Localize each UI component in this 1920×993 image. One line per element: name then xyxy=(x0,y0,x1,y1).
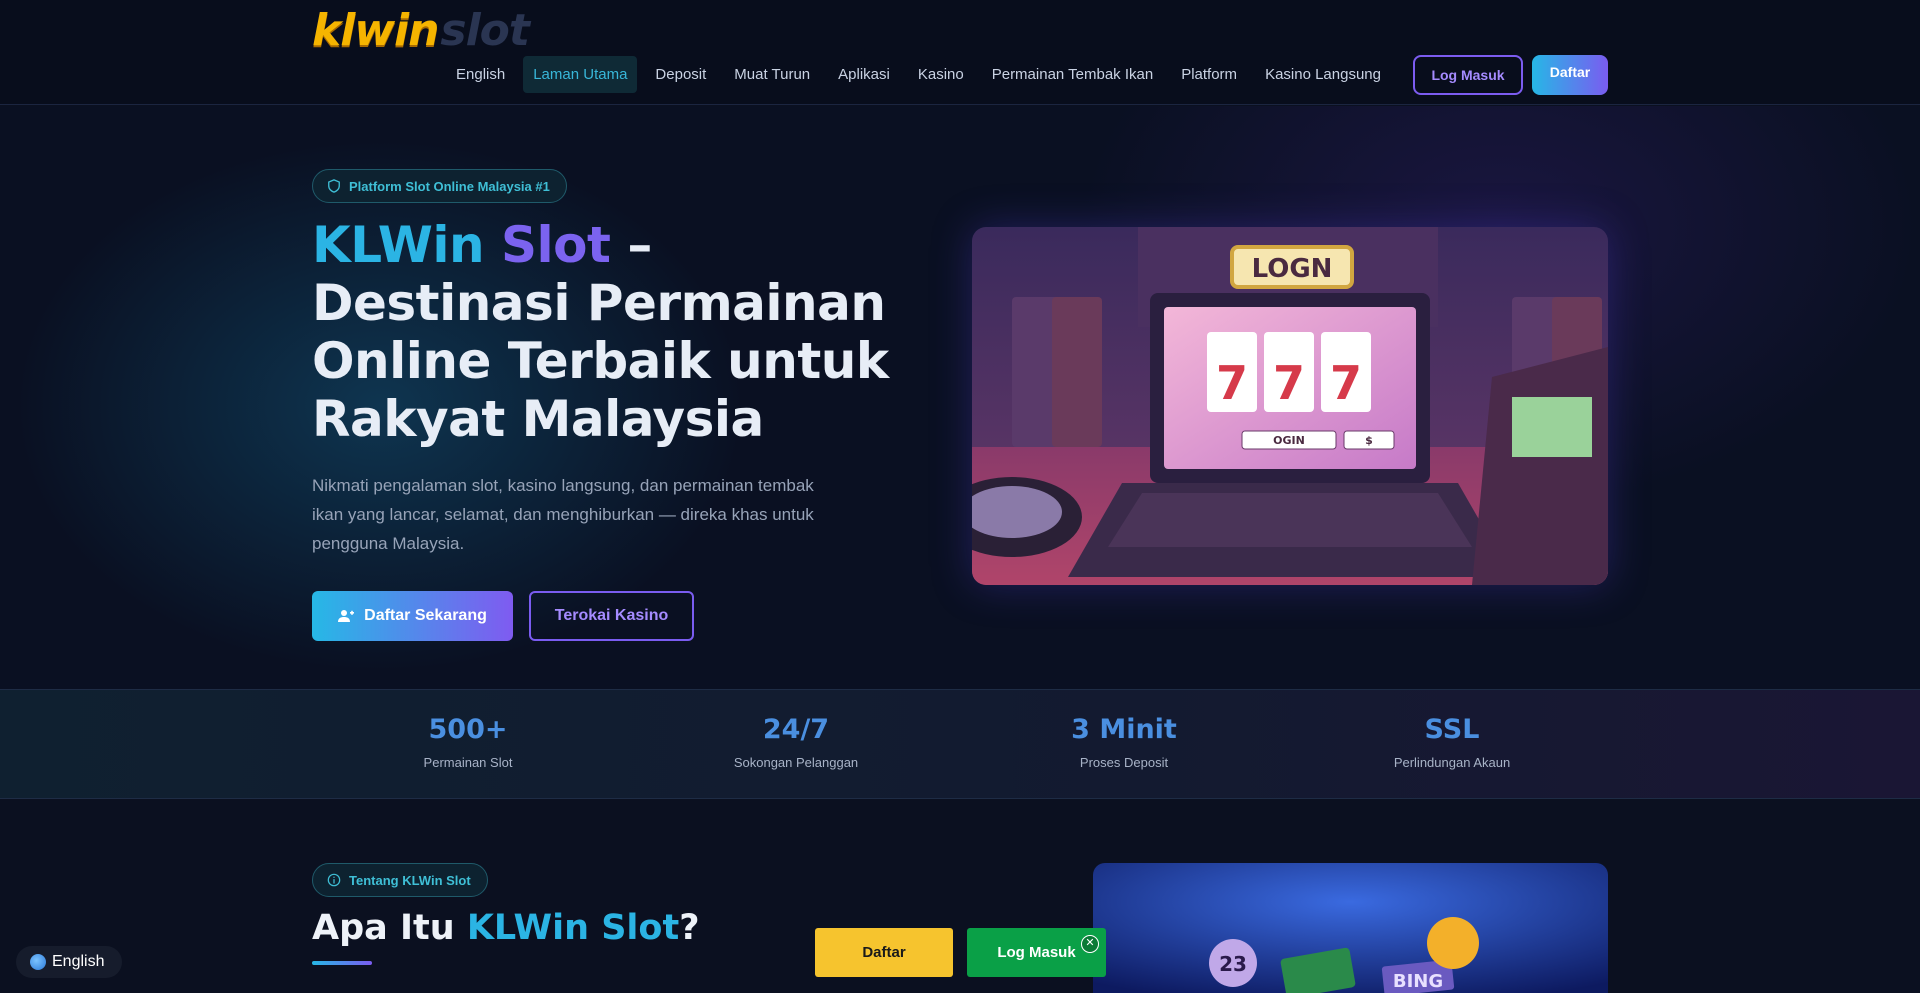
language-label: English xyxy=(52,953,105,970)
svg-text:7: 7 xyxy=(1273,356,1305,410)
about-title-end: ? xyxy=(679,908,700,948)
about-bingo-image: 23 BING xyxy=(1093,863,1608,993)
hero-image-sign-text: LOGN xyxy=(1252,254,1333,284)
nav-item-kasino[interactable]: Kasino xyxy=(908,56,974,93)
nav-item-aplikasi[interactable]: Aplikasi xyxy=(828,56,900,93)
stat-item: 500+ Permainan Slot xyxy=(338,714,598,770)
shield-icon xyxy=(328,179,340,193)
site-logo[interactable]: klwin slot xyxy=(312,5,530,56)
hero-description: Nikmati pengalaman slot, kasino langsung… xyxy=(312,476,814,553)
stat-item: 24/7 Sokongan Pelanggan xyxy=(666,714,926,770)
register-button[interactable]: Daftar xyxy=(1532,55,1608,95)
main-menu: English Laman Utama Deposit Muat Turun A… xyxy=(446,55,1399,93)
stat-label: Permainan Slot xyxy=(423,755,513,770)
about-title: Apa Itu KLWin Slot? xyxy=(312,908,700,948)
hero-section: Platform Slot Online Malaysia #1 KLWin S… xyxy=(0,106,1920,689)
title-underline xyxy=(312,961,372,965)
stats-bar: 500+ Permainan Slot 24/7 Sokongan Pelang… xyxy=(0,689,1920,799)
explore-casino-button[interactable]: Terokai Kasino xyxy=(529,591,694,641)
logo-secondary: slot xyxy=(440,5,530,56)
stat-value: 24/7 xyxy=(762,714,830,745)
svg-text:7: 7 xyxy=(1216,356,1248,410)
hero-image-screen-symbol: $ xyxy=(1365,434,1373,447)
svg-text:7: 7 xyxy=(1330,356,1362,410)
login-button[interactable]: Log Masuk xyxy=(1413,55,1523,95)
register-now-label: Daftar Sekarang xyxy=(364,607,487,624)
nav-item-kasino-langsung[interactable]: Kasino Langsung xyxy=(1255,56,1391,93)
logo-primary: klwin xyxy=(312,5,439,56)
hero-title-brand: KLWin xyxy=(312,216,502,274)
stat-label: Proses Deposit xyxy=(1079,755,1169,770)
stat-label: Perlindungan Akaun xyxy=(1393,755,1511,770)
info-icon xyxy=(327,873,341,887)
stat-item: SSL Perlindungan Akaun xyxy=(1322,714,1582,770)
stat-value: SSL xyxy=(1424,714,1480,745)
nav-item-muat-turun[interactable]: Muat Turun xyxy=(724,56,820,93)
hero-title-brand-slot: Slot xyxy=(501,216,611,274)
user-plus-icon xyxy=(338,610,355,622)
hero-title: KLWin Slot – Destinasi Permainan Online … xyxy=(312,216,892,448)
about-title-highlight: KLWin Slot xyxy=(466,908,680,948)
hero-badge-text: Platform Slot Online Malaysia #1 xyxy=(349,178,550,194)
top-navbar: klwin slot English Laman Utama Deposit M… xyxy=(0,0,1920,105)
about-image-ball: 23 xyxy=(1219,952,1247,976)
hero-image-screen-button: OGIN xyxy=(1273,434,1305,447)
language-switcher[interactable]: English xyxy=(16,946,122,978)
stat-value: 3 Minit xyxy=(1071,714,1177,745)
nav-item-laman-utama[interactable]: Laman Utama xyxy=(523,55,638,93)
globe-icon xyxy=(30,954,46,970)
register-now-button[interactable]: Daftar Sekarang xyxy=(312,591,513,641)
stat-item: 3 Minit Proses Deposit xyxy=(994,714,1254,770)
stat-label: Sokongan Pelanggan xyxy=(733,755,859,770)
about-title-lead: Apa Itu xyxy=(312,908,467,948)
nav-item-deposit[interactable]: Deposit xyxy=(645,56,716,93)
nav-item-english[interactable]: English xyxy=(446,56,515,93)
hero-slot-machine-image: LOGN 7 7 7 OGIN $ xyxy=(972,227,1608,585)
about-badge: Tentang KLWin Slot xyxy=(312,863,488,897)
about-badge-text: Tentang KLWin Slot xyxy=(349,872,471,888)
about-image-sign: BING xyxy=(1393,971,1443,992)
hero-badge: Platform Slot Online Malaysia #1 xyxy=(312,169,567,203)
nav-item-tembak-ikan[interactable]: Permainan Tembak Ikan xyxy=(982,56,1163,93)
close-icon[interactable]: ✕ xyxy=(1081,935,1099,953)
sticky-register-button[interactable]: Daftar xyxy=(815,928,953,977)
stat-value: 500+ xyxy=(428,714,508,745)
nav-item-platform[interactable]: Platform xyxy=(1171,56,1247,93)
